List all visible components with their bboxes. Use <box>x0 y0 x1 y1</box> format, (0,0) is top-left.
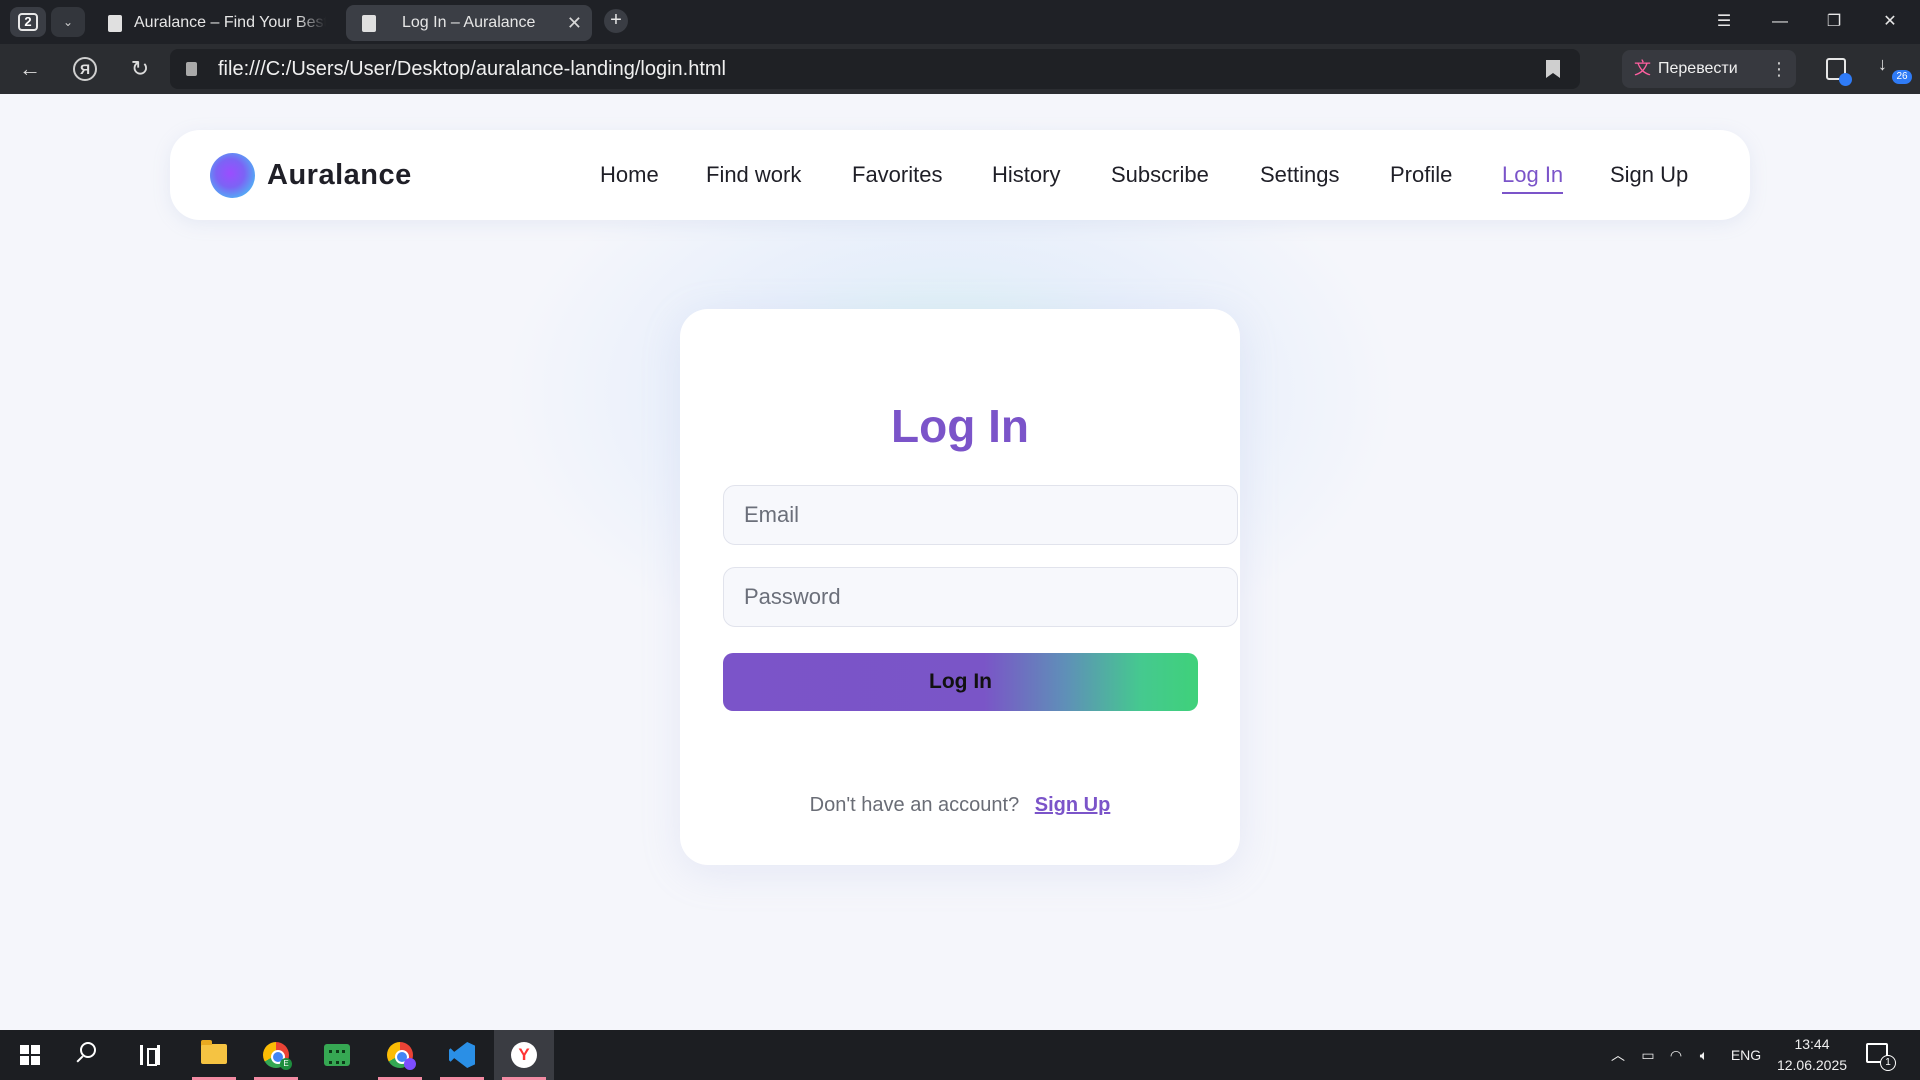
profile-badge-icon: E <box>280 1058 292 1070</box>
minimize-icon[interactable]: — <box>1760 8 1800 36</box>
show-hidden-icons-chevron-icon[interactable]: ︿ <box>1606 1030 1630 1080</box>
taskbar-green-app[interactable] <box>307 1030 367 1080</box>
address-bar-row: ← Я ↻ file:///C:/Users/User/Desktop/aura… <box>0 44 1920 94</box>
extension-icon[interactable] <box>1826 58 1852 86</box>
wifi-icon[interactable]: ◠ <box>1664 1030 1688 1080</box>
close-tab-icon[interactable]: ✕ <box>567 5 582 41</box>
download-arrow-icon: ↓ <box>1878 54 1887 74</box>
page-viewport: Auralance Home Find work Favorites Histo… <box>0 94 1920 1030</box>
downloads-icon[interactable]: ↓ 26 <box>1878 54 1912 88</box>
signup-prompt-text: Don't have an account? <box>809 794 1020 816</box>
chrome-icon: E <box>263 1042 292 1070</box>
password-field[interactable] <box>723 567 1238 627</box>
browser-tab-bar: 2 ⌄ Auralance – Find Your Best Log In – … <box>0 0 1920 44</box>
nav-home[interactable]: Home <box>600 130 659 220</box>
restore-icon[interactable]: ❐ <box>1814 8 1854 36</box>
brand-name[interactable]: Auralance <box>267 130 412 220</box>
taskbar-chrome-profile[interactable] <box>370 1030 430 1080</box>
translate-label: Перевести <box>1658 60 1738 77</box>
bookmark-icon[interactable] <box>1546 60 1560 78</box>
volume-icon[interactable]: 🔈︎ <box>1692 1030 1716 1080</box>
tab-list-chevron-icon[interactable]: ⌄ <box>51 7 85 37</box>
tab-counter-button[interactable]: 2 <box>10 7 46 37</box>
browser-menu-icon[interactable]: ☰ <box>1704 8 1744 36</box>
site-navbar: Auralance Home Find work Favorites Histo… <box>170 130 1750 220</box>
chrome-profile-icon <box>387 1042 416 1070</box>
task-view-button[interactable] <box>120 1030 180 1080</box>
taskbar-clock[interactable]: 13:44 12.06.2025 <box>1772 1034 1852 1076</box>
taskbar-file-explorer[interactable] <box>184 1030 244 1080</box>
folder-icon <box>201 1040 227 1064</box>
start-button[interactable] <box>0 1030 60 1080</box>
login-button[interactable]: Log In <box>723 653 1198 711</box>
nav-find-work[interactable]: Find work <box>706 130 801 220</box>
translate-icon: 文 <box>1634 59 1651 78</box>
document-icon <box>362 15 376 32</box>
windows-taskbar: E Y ︿ ▭ ◠ 🔈︎ ENG 13:44 12.06.2025 1 <box>0 1030 1920 1080</box>
email-field[interactable] <box>723 485 1238 545</box>
browser-tab-login[interactable]: Log In – Auralance ✕ <box>346 5 592 41</box>
new-tab-plus-icon[interactable]: + <box>604 9 628 33</box>
clock-date: 12.06.2025 <box>1776 1057 1848 1073</box>
windows-logo-icon <box>20 1045 40 1065</box>
document-icon <box>108 15 122 32</box>
taskbar-search-button[interactable] <box>60 1030 120 1080</box>
notification-count-badge: 1 <box>1880 1055 1896 1071</box>
yandex-browser-icon: Y <box>511 1042 537 1068</box>
nav-settings[interactable]: Settings <box>1260 130 1340 220</box>
signup-prompt-row: Don't have an account? Sign Up <box>680 794 1240 817</box>
nav-sign-up[interactable]: Sign Up <box>1610 130 1688 220</box>
login-card: Log In Log In Don't have an account? Sig… <box>680 309 1240 865</box>
tab-title: Log In – Auralance <box>402 14 536 31</box>
notification-center-icon[interactable]: 1 <box>1866 1043 1896 1071</box>
search-icon <box>80 1042 96 1058</box>
nav-log-in[interactable]: Log In <box>1502 130 1564 220</box>
page-info-icon[interactable] <box>186 62 197 76</box>
vscode-icon <box>449 1042 475 1068</box>
nav-favorites[interactable]: Favorites <box>852 130 942 220</box>
auralance-logo-icon[interactable] <box>210 153 255 198</box>
more-options-icon[interactable]: ⋮ <box>1770 50 1788 88</box>
back-arrow-icon[interactable]: ← <box>14 54 46 84</box>
profile-badge-icon <box>404 1058 416 1070</box>
url-text[interactable]: file:///C:/Users/User/Desktop/auralance-… <box>218 49 726 89</box>
url-field[interactable]: file:///C:/Users/User/Desktop/auralance-… <box>170 49 1580 89</box>
reload-icon[interactable]: ↻ <box>124 54 156 84</box>
yandex-home-icon[interactable]: Я <box>73 57 97 81</box>
task-view-icon <box>140 1045 160 1066</box>
signup-link[interactable]: Sign Up <box>1035 794 1111 816</box>
battery-icon[interactable]: ▭ <box>1636 1030 1660 1080</box>
green-app-icon <box>324 1044 350 1066</box>
close-window-icon[interactable]: ✕ <box>1870 8 1910 36</box>
clock-time: 13:44 <box>1794 1036 1830 1052</box>
language-indicator[interactable]: ENG <box>1726 1030 1766 1080</box>
nav-history[interactable]: History <box>992 130 1060 220</box>
downloads-count-badge: 26 <box>1892 70 1912 84</box>
tab-count-badge: 2 <box>18 13 38 31</box>
nav-profile[interactable]: Profile <box>1390 130 1452 220</box>
taskbar-yandex-browser[interactable]: Y <box>494 1030 554 1080</box>
login-title: Log In <box>891 400 1029 452</box>
browser-tab-auralance-home[interactable]: Auralance – Find Your Best <box>96 5 336 41</box>
nav-subscribe[interactable]: Subscribe <box>1111 130 1209 220</box>
tab-title: Auralance – Find Your Best <box>134 14 326 31</box>
translate-button[interactable]: 文 Перевести ⋮ <box>1622 50 1796 88</box>
extension-check-badge <box>1839 73 1852 86</box>
taskbar-vscode[interactable] <box>432 1030 492 1080</box>
taskbar-chrome[interactable]: E <box>246 1030 306 1080</box>
